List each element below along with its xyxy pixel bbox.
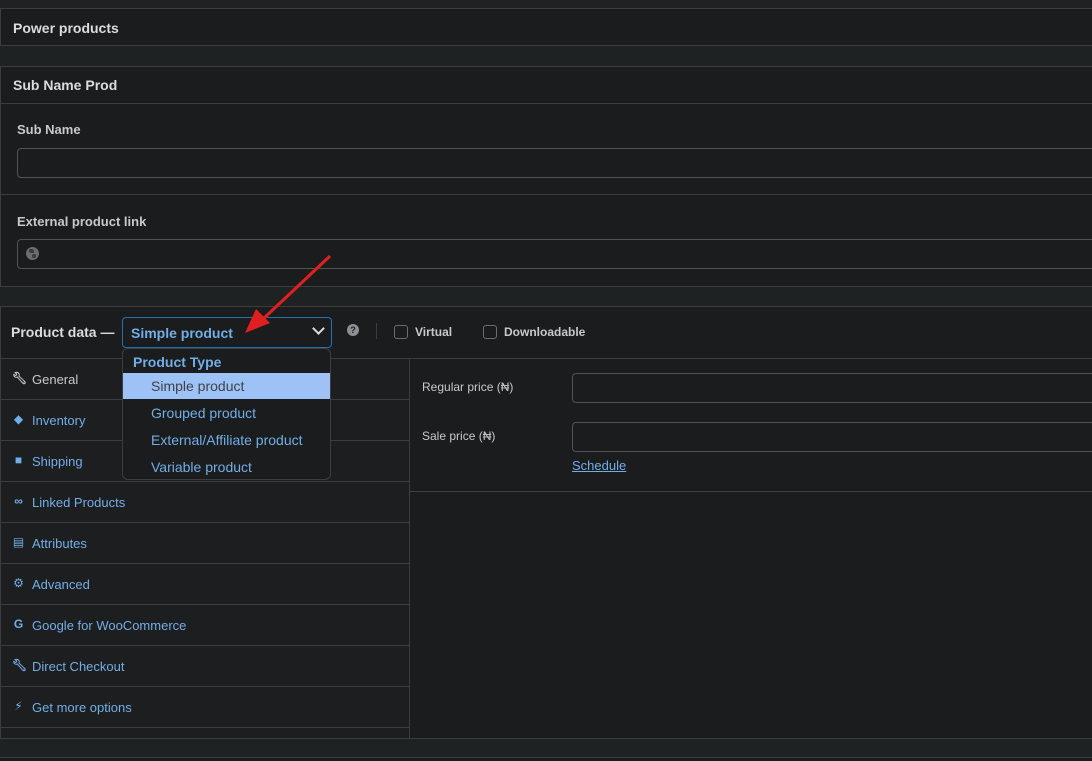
product-type-value: Simple product [131, 325, 233, 341]
tab-label: Google for WooCommerce [32, 618, 187, 633]
tag-icon: ◆ [13, 412, 24, 426]
product-data-title: Product data — [11, 324, 115, 340]
list-icon: ▤ [12, 535, 25, 549]
tab-label: General [32, 372, 79, 387]
option-label: Variable product [151, 459, 252, 475]
chevron-down-icon [312, 322, 325, 335]
external-link-label: External product link [17, 214, 147, 229]
option-label: External/Affiliate product [151, 432, 303, 448]
truck-icon: ■ [14, 453, 23, 467]
sale-price-input[interactable] [572, 422, 1092, 452]
option-grouped-product[interactable]: Grouped product [123, 400, 330, 426]
option-label: Grouped product [151, 405, 257, 421]
sub-name-prod-title: Sub Name Prod [13, 77, 118, 93]
option-variable-product[interactable]: Variable product [123, 454, 330, 479]
regular-price-input[interactable] [572, 373, 1092, 403]
power-products-box: Power products [0, 8, 1092, 46]
schedule-link[interactable]: Schedule [572, 458, 626, 473]
wrench-icon: 🔧︎ [12, 371, 28, 385]
tab-label: Inventory [32, 413, 86, 428]
tab-label: Linked Products [32, 495, 126, 510]
product-type-dropdown: Product Type Simple product Grouped prod… [122, 348, 331, 480]
downloadable-label[interactable]: Downloadable [504, 325, 585, 339]
virtual-label[interactable]: Virtual [415, 325, 452, 339]
tab-google-for-woocommerce[interactable]: G Google for WooCommerce [1, 605, 409, 646]
tab-label: Attributes [32, 536, 87, 551]
plug-icon: ⚡︎ [14, 699, 23, 713]
sub-name-prod-box: Sub Name Prod Sub Name External product … [0, 66, 1092, 287]
regular-price-label: Regular price (₦) [422, 380, 514, 394]
downloadable-checkbox[interactable] [483, 325, 497, 339]
tab-linked-products[interactable]: ∞ Linked Products [1, 482, 409, 523]
tab-attributes[interactable]: ▤ Attributes [1, 523, 409, 564]
tab-get-more-options[interactable]: ⚡︎ Get more options [1, 687, 409, 728]
tab-advanced[interactable]: ⚙ Advanced [1, 564, 409, 605]
option-simple-product[interactable]: Simple product [123, 373, 330, 399]
link-icon: ∞ [14, 494, 23, 508]
tab-label: Get more options [32, 700, 132, 715]
virtual-checkbox[interactable] [394, 325, 408, 339]
sub-name-input[interactable] [17, 148, 1092, 178]
power-products-title: Power products [13, 20, 119, 36]
dropdown-group-label: Product Type [133, 354, 222, 370]
divider [376, 323, 377, 339]
sale-price-label: Sale price (₦) [422, 429, 496, 443]
general-panel: Regular price (₦) Sale price (₦) Schedul… [410, 359, 1092, 492]
external-link-input[interactable] [17, 239, 1092, 269]
sub-name-prod-header: Sub Name Prod [1, 67, 1092, 104]
wrench-icon: 🔧︎ [12, 658, 28, 672]
gear-icon: ⚙ [13, 576, 24, 590]
tab-direct-checkout[interactable]: 🔧︎ Direct Checkout [1, 646, 409, 687]
option-external-affiliate-product[interactable]: External/Affiliate product [123, 427, 330, 453]
divider [1, 194, 1092, 195]
next-box-edge [0, 757, 1092, 761]
google-icon: G [13, 617, 24, 631]
tab-label: Direct Checkout [32, 659, 125, 674]
sub-name-label: Sub Name [17, 122, 81, 137]
product-type-select[interactable]: Simple product [122, 317, 332, 348]
tab-label: Advanced [32, 577, 90, 592]
globe-icon [26, 247, 39, 260]
tab-label: Shipping [32, 454, 83, 469]
option-label: Simple product [151, 378, 245, 394]
help-icon[interactable]: ? [347, 324, 359, 336]
